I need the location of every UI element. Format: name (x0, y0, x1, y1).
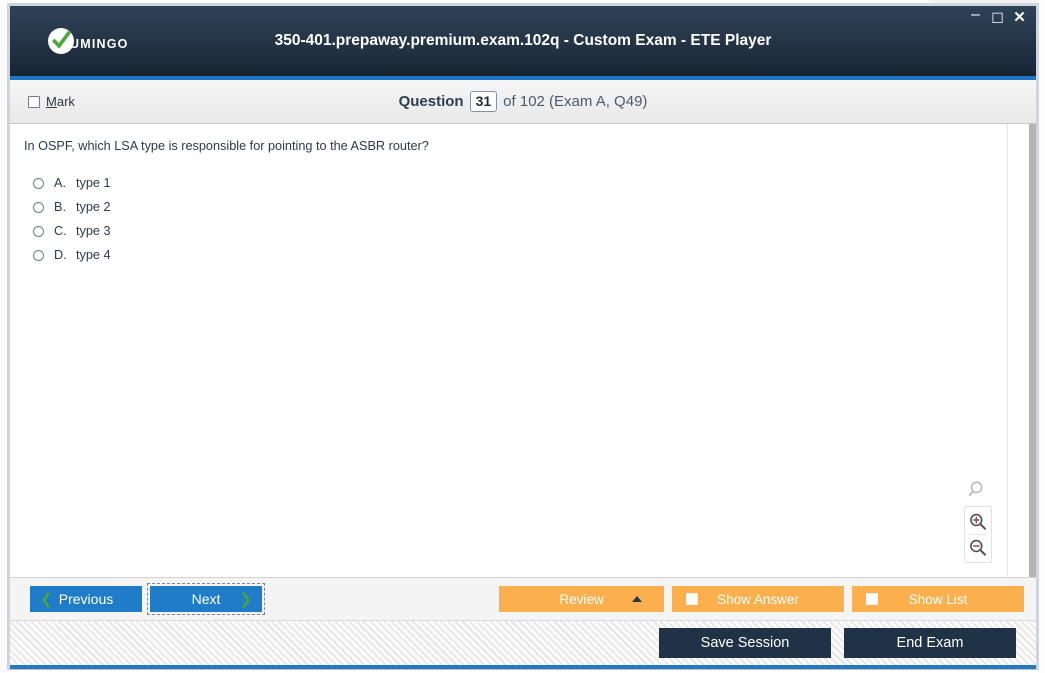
radio-icon-d[interactable] (33, 249, 44, 261)
vumingo-logo: UMINGO (48, 28, 129, 54)
next-button-label: Next (191, 591, 221, 607)
zoom-in-icon[interactable] (965, 509, 991, 534)
save-session-label: Save Session (700, 635, 790, 651)
window-frame-left-edge (0, 0, 7, 673)
window-controls: – ☐ ✕ (969, 6, 1026, 25)
mark-accel-letter: M (46, 94, 57, 109)
end-exam-button[interactable]: End Exam (844, 628, 1016, 658)
status-footer-bar: Save Session End Exam (10, 621, 1036, 669)
previous-button-label: Previous (58, 591, 114, 607)
radio-icon-a[interactable] (33, 177, 44, 189)
window-right-rail (1029, 124, 1036, 577)
radio-icon-b[interactable] (33, 201, 44, 213)
radio-icon-c[interactable] (33, 225, 44, 237)
zoom-tool-cluster (963, 477, 993, 563)
previous-button[interactable]: ❮ Previous (30, 586, 142, 612)
window-title: 350-401.prepaway.premium.exam.102q - Cus… (274, 32, 772, 49)
choice-text-b: type 2 (76, 200, 111, 215)
answer-choice-b[interactable]: B. type 2 (24, 195, 1007, 219)
choice-letter-a: A. (54, 176, 66, 191)
action-button-group: Review Show Answer Show List (499, 586, 1024, 612)
answer-choice-d[interactable]: D. type 4 (24, 243, 1007, 267)
show-answer-checkbox-icon (686, 593, 698, 605)
close-icon[interactable]: ✕ (1013, 10, 1026, 25)
choice-letter-c: C. (54, 224, 67, 239)
show-answer-button-label: Show Answer (717, 591, 799, 607)
choice-text-c: type 3 (76, 224, 111, 239)
chevron-right-icon: ❯ (239, 591, 252, 608)
title-bar[interactable]: UMINGO 350-401.prepaway.premium.exam.102… (10, 6, 1036, 80)
question-header-bar: Mark Question 31 of 102 (Exam A, Q49) (10, 80, 1036, 124)
search-icon[interactable] (965, 477, 991, 503)
mark-label: Mark (46, 94, 75, 109)
content-wrapper: In OSPF, which LSA type is responsible f… (10, 124, 1036, 578)
window-frame-right-edge (1039, 0, 1045, 673)
ete-player-window: UMINGO 350-401.prepaway.premium.exam.102… (7, 3, 1039, 670)
question-word: Question (398, 93, 464, 110)
show-list-checkbox-icon (866, 593, 878, 605)
chevron-left-icon: ❮ (40, 591, 53, 608)
maximize-icon[interactable]: ☐ (991, 11, 1004, 25)
review-dropdown-button[interactable]: Review (499, 586, 664, 612)
zoom-buttons-group (964, 506, 992, 563)
question-content-area: In OSPF, which LSA type is responsible f… (10, 124, 1007, 577)
save-session-button[interactable]: Save Session (659, 628, 831, 658)
choice-text-d: type 4 (76, 248, 111, 263)
zoom-out-icon[interactable] (965, 535, 991, 560)
desktop-background: UMINGO 350-401.prepaway.premium.exam.102… (0, 0, 1045, 673)
answer-choice-c[interactable]: C. type 3 (24, 219, 1007, 243)
question-text: In OSPF, which LSA type is responsible f… (24, 139, 429, 153)
answer-choice-list: A. type 1 B. type 2 C. type 3 D. type 4 (24, 171, 1007, 267)
navigation-toolbar: ❮ Previous Next ❯ Review Show Answer Sho… (10, 578, 1036, 621)
show-answer-button[interactable]: Show Answer (672, 586, 844, 612)
answer-choice-a[interactable]: A. type 1 (24, 171, 1007, 195)
question-number-input[interactable]: 31 (469, 91, 498, 112)
mark-label-rest: ark (56, 94, 75, 109)
question-total-label: of 102 (Exam A, Q49) (503, 93, 648, 110)
minimize-icon[interactable]: – (969, 6, 982, 24)
mark-checkbox[interactable] (28, 95, 40, 108)
end-exam-label: End Exam (896, 635, 964, 651)
checkmark-badge-icon (48, 28, 74, 54)
next-button[interactable]: Next ❯ (147, 583, 265, 615)
show-list-button[interactable]: Show List (852, 586, 1024, 612)
choice-letter-d: D. (54, 248, 67, 263)
brand-name: UMINGO (70, 37, 129, 52)
mark-question-control[interactable]: Mark (28, 94, 75, 109)
chevron-up-icon (632, 596, 642, 602)
review-button-label: Review (559, 591, 604, 607)
vertical-scrollbar[interactable] (1007, 124, 1029, 577)
choice-text-a: type 1 (76, 176, 111, 191)
question-counter: Question 31 of 102 (Exam A, Q49) (10, 91, 1036, 112)
show-list-button-label: Show List (908, 591, 968, 607)
choice-letter-b: B. (54, 200, 66, 215)
